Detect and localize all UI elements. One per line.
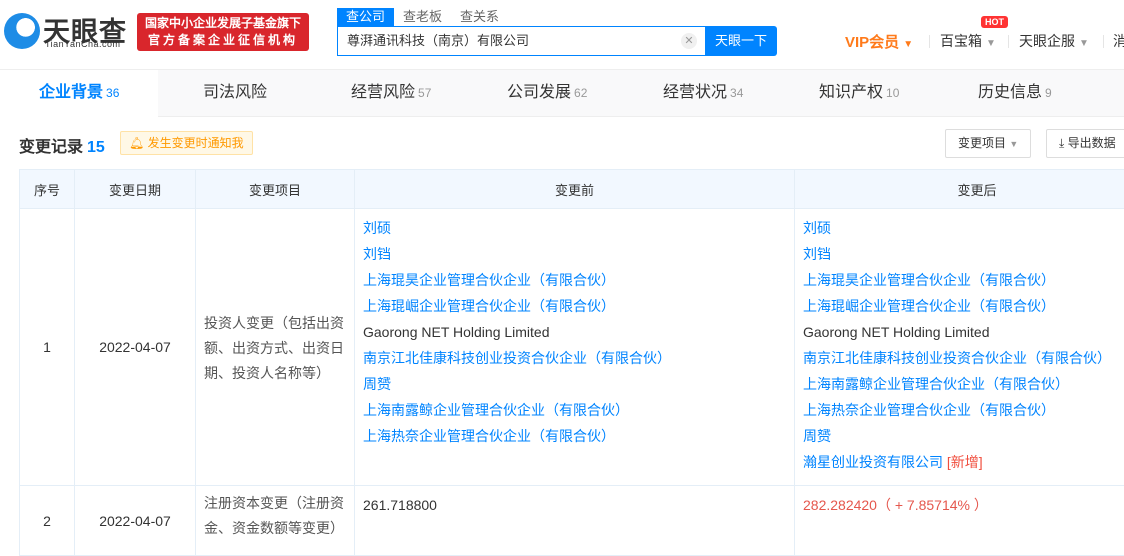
tianyancha-logo-icon[interactable] [4,13,40,49]
section-title: 变更记录15 [19,133,105,157]
row-item: 注册资本变更（注册资金、资金数额等变更） [196,486,355,556]
investor-link[interactable]: 上海南露鲸企业管理合伙企业（有限合伙） [803,371,1124,397]
divider [1008,35,1009,48]
download-icon: ⤓ [1059,136,1064,150]
message-menu[interactable]: 消 [1113,31,1124,51]
search-button[interactable]: 天眼一下 [705,26,777,56]
col-date: 变更日期 [75,170,196,209]
investor-link[interactable]: 上海热奈企业管理合伙企业（有限合伙） [803,397,1124,423]
caret-down-icon: ▼ [903,39,913,50]
investor-link[interactable]: 刘铛 [803,241,1124,267]
col-item: 变更项目 [196,170,355,209]
logo-subtitle: TianYanCha.com [45,39,121,49]
divider [929,35,930,48]
hot-badge: HOT [981,16,1008,28]
before-list: 刘硕刘铛上海琨昊企业管理合伙企业（有限合伙）上海琨崛企业管理合伙企业（有限合伙）… [355,209,795,486]
investor-link[interactable]: 南京江北佳康科技创业投资合伙企业（有限合伙） [363,345,786,371]
change-item-filter[interactable]: 变更项目 ▼ [945,129,1031,158]
investor-name: Gaorong NET Holding Limited [803,319,1124,345]
caret-down-icon: ▼ [1009,139,1018,149]
col-before: 变更前 [355,170,795,209]
treasure-menu[interactable]: 百宝箱 ▼ [940,31,996,51]
after-list: 刘硕刘铛上海琨昊企业管理合伙企业（有限合伙）上海琨崛企业管理合伙企业（有限合伙）… [795,209,1124,486]
bell-icon: 🔔︎ [129,136,144,150]
record-count: 15 [87,139,105,156]
caret-down-icon: ▼ [1079,38,1089,49]
tab-operating-risk[interactable]: 经营风险57 [351,70,431,117]
investor-link[interactable]: 周赟 [363,371,786,397]
search-input[interactable]: 尊湃通讯科技（南京）有限公司 [337,26,705,56]
enterprise-menu[interactable]: 天眼企服 ▼ [1019,31,1089,51]
badge-line-2: 官方备案企业征信机构 [137,32,309,49]
tab-ip[interactable]: 知识产权10 [819,70,899,117]
top-header: 天眼查 TianYanCha.com 国家中小企业发展子基金旗下官方备案企业征信… [0,0,1124,70]
row-no: 2 [20,486,75,556]
investor-link[interactable]: 上海琨崛企业管理合伙企业（有限合伙） [363,293,786,319]
investor-link[interactable]: 上海琨崛企业管理合伙企业（有限合伙） [803,293,1124,319]
search-tab-boss[interactable]: 查老板 [394,8,451,26]
investor-link[interactable]: 上海南露鲸企业管理合伙企业（有限合伙） [363,397,786,423]
investor-link[interactable]: 刘硕 [363,215,786,241]
treasure-label: 百宝箱 [940,33,982,49]
row-item: 投资人变更（包括出资额、出资方式、出资日期、投资人名称等） [196,209,355,486]
category-tabs: 企业背景36 司法风险 经营风险57 公司发展62 经营状况34 知识产权10 … [0,70,1124,117]
clear-icon[interactable]: ✕ [681,33,697,49]
table-row: 1 2022-04-07 投资人变更（包括出资额、出资方式、出资日期、投资人名称… [20,209,1124,486]
caret-down-icon: ▼ [986,38,996,49]
tab-judicial-risk[interactable]: 司法风险 [203,70,270,117]
badge-line-1: 国家中小企业发展子基金旗下 [137,15,309,32]
export-button[interactable]: ⤓ 导出数据 [1046,129,1124,158]
tab-history[interactable]: 历史信息9 [978,70,1052,117]
investor-link[interactable]: 刘硕 [803,215,1124,241]
tab-development[interactable]: 公司发展62 [507,70,587,117]
col-after: 变更后 [795,170,1124,209]
divider [1103,35,1104,48]
search-tab-company[interactable]: 查公司 [337,8,394,26]
investor-link[interactable]: 周赟 [803,423,1124,449]
investor-link[interactable]: 上海热奈企业管理合伙企业（有限合伙） [363,423,786,449]
official-badge: 国家中小企业发展子基金旗下官方备案企业征信机构 [137,13,309,51]
search-tab-relation[interactable]: 查关系 [451,8,508,26]
row-date: 2022-04-07 [75,209,196,486]
notify-button[interactable]: 🔔︎ 发生变更时通知我 [120,131,253,155]
row-date: 2022-04-07 [75,486,196,556]
enterprise-label: 天眼企服 [1019,33,1075,49]
new-tag: [新增] [947,454,983,470]
search-type-tabs: 查公司 查老板 查关系 [337,8,508,26]
vip-menu[interactable]: VIP会员 ▼ [845,31,913,52]
tab-operating-status[interactable]: 经营状况34 [663,70,743,117]
investor-link[interactable]: 上海琨昊企业管理合伙企业（有限合伙） [803,267,1124,293]
col-no: 序号 [20,170,75,209]
investor-link[interactable]: 上海琨昊企业管理合伙企业（有限合伙） [363,267,786,293]
change-records-table: 序号 变更日期 变更项目 变更前 变更后 1 2022-04-07 投资人变更（… [19,169,1124,556]
investor-name: Gaorong NET Holding Limited [363,319,786,345]
investor-link[interactable]: 刘铛 [363,241,786,267]
tab-background[interactable]: 企业背景36 [0,70,158,117]
vip-label: VIP会员 [845,34,899,51]
before-value: 261.718800 [355,486,795,556]
investor-link[interactable]: 南京江北佳康科技创业投资合伙企业（有限合伙） [803,345,1124,371]
table-row: 2 2022-04-07 注册资本变更（注册资金、资金数额等变更） 261.71… [20,486,1124,556]
row-no: 1 [20,209,75,486]
after-value: 282.282420（ + 7.85714% ） [795,486,1124,556]
investor-link[interactable]: 瀚星创业投资有限公司 [新增] [803,449,1124,475]
